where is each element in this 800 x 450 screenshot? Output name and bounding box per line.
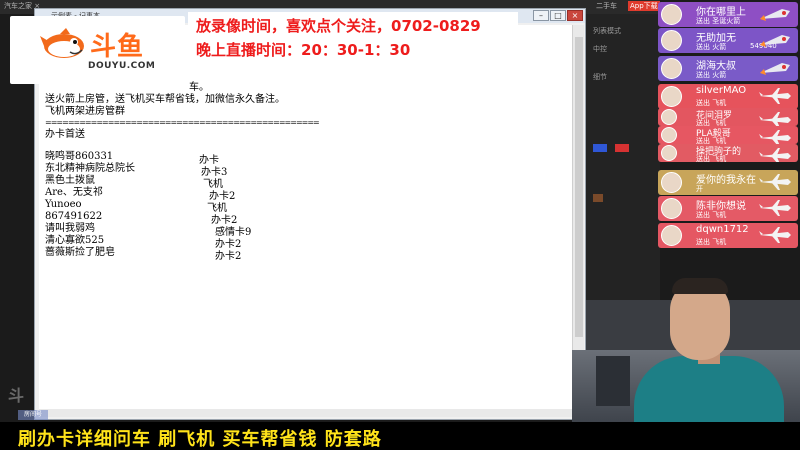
entry-name: 清心寡欲525 (45, 235, 105, 246)
avatar[interactable] (661, 198, 682, 219)
blue-block (593, 144, 607, 152)
webcam-shelf (596, 356, 630, 406)
gift-sender-name[interactable]: 爱你的我永在 (696, 171, 756, 186)
avatar[interactable] (661, 145, 677, 161)
entry-name: 请叫我弱鸡 (45, 223, 95, 234)
entry-name: 蔷薇斯捡了肥皂 (45, 247, 115, 258)
gift-action: 送出 圣诞火箭 (696, 17, 741, 25)
overlay-live-time-line: 晚上直播时间：20：30-1：30 (196, 41, 411, 59)
stream-frame: 汽车之家 × 二手车 大家 App下载 列表模式 中控 细节 示例素 - 记事本… (0, 0, 800, 450)
douyu-logo: 斗鱼 DOUYU.COM (10, 16, 185, 84)
streamer-hair (672, 278, 728, 294)
plane-icon (759, 200, 791, 216)
gift-action: 送出 飞机 (696, 99, 727, 107)
gift-action: 送出 火箭 (696, 43, 727, 51)
avatar[interactable] (661, 109, 677, 125)
plane-icon (759, 227, 791, 243)
entry-name: Are、无支祁 (45, 187, 103, 198)
gift-notification: 爱你的我永在开 (658, 170, 798, 195)
rocket-icon (760, 9, 790, 21)
gift-notification: 花间泪罗 送出 飞机 (658, 108, 798, 126)
plane-icon (759, 112, 791, 126)
partial-line: 车。 (189, 82, 209, 93)
gift-sender-name[interactable]: dqwn1712 (696, 224, 749, 235)
gift-sender-name[interactable]: silverMAO (696, 85, 746, 96)
gift-action: 送出 飞机 (696, 238, 727, 246)
douyu-watermark: 斗 (8, 386, 25, 405)
avatar[interactable] (661, 225, 682, 246)
maximize-icon[interactable]: □ (550, 10, 566, 21)
entry-item: 办卡2 (215, 251, 242, 262)
window-controls: – □ × (533, 10, 583, 21)
banner-text: 刷办卡详细问车 刷飞机 买车帮省钱 防套路 (18, 429, 382, 450)
plane-icon (759, 174, 791, 190)
plane-icon (759, 130, 791, 144)
avatar[interactable] (661, 58, 682, 79)
gift-action: 送出 飞机 (696, 155, 727, 162)
close-icon[interactable]: × (567, 10, 583, 21)
gift-notification: 无助加无送出 火箭549040 (658, 28, 798, 53)
webcam-feed (572, 350, 800, 422)
entry-name: 东北精神病院总院长 (45, 163, 135, 174)
app-download-link[interactable]: App下载 (628, 1, 660, 11)
avatar[interactable] (661, 30, 682, 51)
gift-notification: silverMAO 送出 飞机 (658, 84, 798, 109)
gift-action: 送出 飞机 (696, 119, 727, 126)
gift-notification: dqwn1712 送出 飞机 (658, 223, 798, 248)
overlay-schedule-line: 放录像时间，喜欢点个关注，0702-0829 (196, 17, 481, 35)
section-title: 办卡首送 (45, 129, 85, 140)
logo-domain: DOUYU.COM (88, 61, 156, 71)
gift-notification-list: 斗 你在哪里上送出 圣诞火箭无助加无送出 火箭549040湖海大叔送出 火箭si… (656, 0, 800, 250)
gift-notification: 你在哪里上 送出 圣诞火箭 (658, 2, 798, 27)
nav-link-used-car[interactable]: 二手车 (596, 1, 617, 11)
gift-action: 送出 飞机 (696, 211, 727, 219)
brown-block (593, 194, 603, 202)
avatar[interactable] (661, 127, 677, 143)
gift-action: 送出 火箭 (696, 71, 727, 79)
avatar[interactable] (661, 4, 682, 25)
red-block (615, 144, 629, 152)
bg-row: 列表模式 (593, 27, 621, 35)
room-id-tag: 房间号 (18, 410, 48, 420)
gift-notification: PLA毅哥 送出 飞机 (658, 126, 798, 144)
bg-row: 细节 (593, 73, 607, 81)
gift-action: 开 (696, 185, 703, 193)
plane-icon (759, 88, 791, 104)
entry-name: 晓鸣哥860331 (45, 151, 114, 162)
avatar[interactable] (661, 86, 682, 107)
gift-notification: 湖海大叔 送出 火箭 (658, 56, 798, 81)
entry-name: 867491622 (45, 211, 103, 222)
rocket-icon (760, 35, 790, 47)
gift-notification: 操把驹子的 送出 飞机 (658, 144, 798, 162)
bottom-banner: 刷办卡详细问车 刷飞机 买车帮省钱 防套路 (0, 422, 800, 450)
text-line: 飞机两架进房管群 (45, 106, 125, 117)
entry-name: Yunoeo (45, 199, 82, 210)
minimize-icon[interactable]: – (533, 10, 549, 21)
text-line: 送火箭上房管，送飞机买车帮省钱，加微信永久备注。 (45, 94, 285, 105)
horizontal-scrollbar[interactable] (39, 409, 573, 417)
avatar[interactable] (661, 172, 682, 193)
fish-mascot-icon (40, 28, 84, 58)
rocket-icon (760, 63, 790, 75)
separator-line: ========================================… (45, 118, 320, 127)
streamer-shirt (634, 356, 784, 422)
entry-name: 黑色土拨鼠 (45, 175, 95, 186)
logo-brand: 斗鱼 (90, 32, 145, 62)
plane-icon (759, 148, 791, 162)
scroll-thumb[interactable] (575, 37, 583, 337)
gift-notification: 陈非你想说 送出 飞机 (658, 196, 798, 221)
gift-action: 送出 飞机 (696, 137, 727, 144)
bg-row: 中控 (593, 45, 607, 53)
